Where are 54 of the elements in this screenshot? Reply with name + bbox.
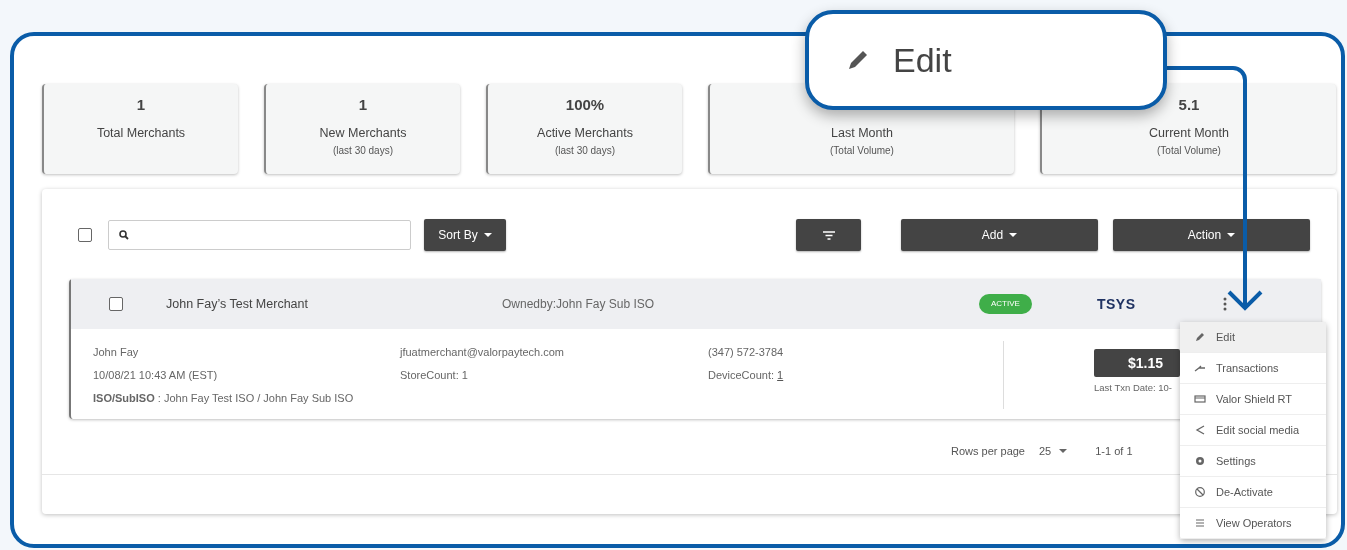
callout-label: Edit	[893, 39, 952, 81]
card-icon	[1194, 393, 1206, 405]
rows-per-page-label: Rows per page	[951, 444, 1025, 459]
stat-label: Total Merchants	[96, 125, 186, 142]
select-all-checkbox[interactable]	[78, 228, 92, 242]
store-count: StoreCount: 1	[400, 368, 469, 383]
email-text: jfuatmerchant@valorpaytech.com	[400, 345, 566, 360]
menu-item[interactable]: Edit	[1180, 322, 1326, 353]
menu-item[interactable]: Settings	[1180, 446, 1326, 477]
contact-name: John Fay	[93, 345, 140, 360]
stat-label: New Merchants	[319, 125, 407, 142]
block-icon	[1194, 486, 1206, 498]
stat-period: (Total Volume)	[1157, 143, 1221, 158]
device-count-label: DeviceCount:	[708, 369, 775, 381]
device-count-link[interactable]: 1	[777, 369, 784, 381]
processor-name: TSYS	[1096, 294, 1136, 314]
rows-per-page-select[interactable]: 25	[1039, 443, 1068, 460]
stat-period: (last 30 days)	[333, 143, 393, 158]
merchant-name: John Fay’s Test Merchant	[166, 295, 309, 313]
stat-period: (last 30 days)	[555, 143, 615, 158]
stat-value: 100%	[565, 95, 605, 115]
menu-item[interactable]: Transactions	[1180, 353, 1326, 384]
stat-label: Active Merchants	[537, 125, 633, 142]
page-range: 1-1 of 1	[1095, 444, 1133, 459]
phone-text: (347) 572-3784	[708, 345, 785, 360]
menu-item[interactable]: View Operators	[1180, 508, 1326, 539]
pencil-icon	[1194, 331, 1206, 343]
stat-period: (Total Volume)	[830, 143, 894, 158]
stat-label: Last Month	[831, 125, 893, 142]
gear-icon	[1194, 455, 1206, 467]
iso-text: ISO/SubISO : John Fay Test ISO / John Fay Sub ISO	[93, 391, 355, 406]
owned-by-text: Ownedby:John Fay Sub ISO	[502, 296, 656, 313]
add-dropdown[interactable]: Add	[901, 219, 1098, 251]
merchant-checkbox[interactable]	[109, 297, 123, 311]
menu-item[interactable]: De-Activate	[1180, 477, 1326, 508]
search-icon	[119, 230, 129, 240]
menu-item[interactable]: Edit social media	[1180, 415, 1326, 446]
menu-item[interactable]: Valor Shield RT	[1180, 384, 1326, 415]
amount-text: $1.15	[1128, 353, 1164, 373]
stat-value: 5.1	[1178, 95, 1200, 115]
last-transaction-date: Last Txn Date: 10-	[1094, 381, 1173, 395]
list-icon	[1194, 517, 1206, 529]
filter-button[interactable]	[796, 219, 861, 251]
filter-icon	[822, 230, 835, 240]
more-icon[interactable]	[1223, 297, 1228, 311]
action-dropdown[interactable]: Action	[1113, 219, 1310, 251]
sort-by-dropdown[interactable]: Sort By	[424, 219, 506, 251]
stat-label: Current Month	[1149, 125, 1229, 142]
search-field[interactable]	[108, 220, 411, 250]
stat-value: 1	[358, 95, 368, 115]
status-badge: ACTIVE	[979, 294, 1032, 314]
share-icon	[1194, 424, 1206, 436]
stat-value: 1	[136, 95, 146, 115]
created-date: 10/08/21 10:43 AM (EST)	[93, 368, 219, 383]
